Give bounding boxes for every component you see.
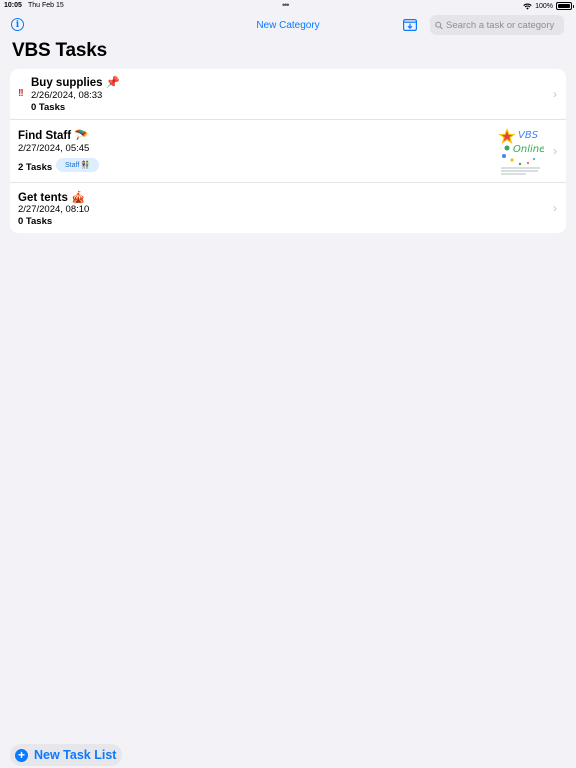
task-count: 2 Tasks: [18, 162, 53, 173]
task-list-date: 2/27/2024, 08:10: [18, 204, 90, 215]
new-task-list-label: New Task List: [34, 748, 117, 762]
search-input[interactable]: [443, 19, 564, 31]
thumbnail-online-text: Online: [513, 144, 544, 155]
task-count: 0 Tasks: [18, 216, 53, 227]
search-icon: [435, 21, 443, 29]
tray-download-icon[interactable]: [403, 19, 417, 31]
priority-indicator: !!: [18, 88, 24, 99]
status-date: Thu Feb 15: [28, 2, 64, 9]
multitasking-dots-icon[interactable]: •••: [282, 0, 290, 10]
task-list-date: 2/27/2024, 05:45: [18, 143, 90, 154]
task-list-group: !! Buy supplies 📌 2/26/2024, 08:33 0 Tas…: [10, 69, 566, 233]
status-right: 100%: [523, 2, 574, 10]
list-item[interactable]: Find Staff 🪂 2/27/2024, 05:45 2 Tasks St…: [10, 120, 566, 183]
task-list-name: Buy supplies 📌: [31, 77, 121, 89]
battery-icon: [556, 2, 574, 10]
plus-circle-icon: +: [15, 748, 28, 762]
task-list-name: Get tents 🎪: [18, 192, 86, 204]
new-task-list-button[interactable]: + New Task List: [10, 744, 123, 766]
task-count: 0 Tasks: [31, 102, 66, 113]
status-time: 10:05: [4, 2, 22, 9]
chevron-right-icon: ›: [553, 201, 557, 215]
chevron-right-icon: ›: [553, 87, 557, 101]
battery-percent: 100%: [535, 2, 553, 10]
category-tag[interactable]: Staff 👫: [56, 158, 99, 172]
page-title: VBS Tasks: [12, 40, 108, 61]
search-field[interactable]: [430, 15, 564, 35]
thumbnail-image: VBS Online: [498, 126, 544, 178]
wifi-icon: [523, 3, 532, 10]
thumbnail-vbs-text: VBS: [518, 130, 539, 141]
list-item[interactable]: Get tents 🎪 2/27/2024, 08:10 0 Tasks ›: [10, 183, 566, 233]
list-item[interactable]: !! Buy supplies 📌 2/26/2024, 08:33 0 Tas…: [10, 69, 566, 120]
task-list-date: 2/26/2024, 08:33: [31, 90, 103, 101]
chevron-right-icon: ›: [553, 144, 557, 158]
task-list-name: Find Staff 🪂: [18, 130, 89, 142]
status-bar: 10:05 Thu Feb 15 ••• 100%: [0, 0, 576, 12]
